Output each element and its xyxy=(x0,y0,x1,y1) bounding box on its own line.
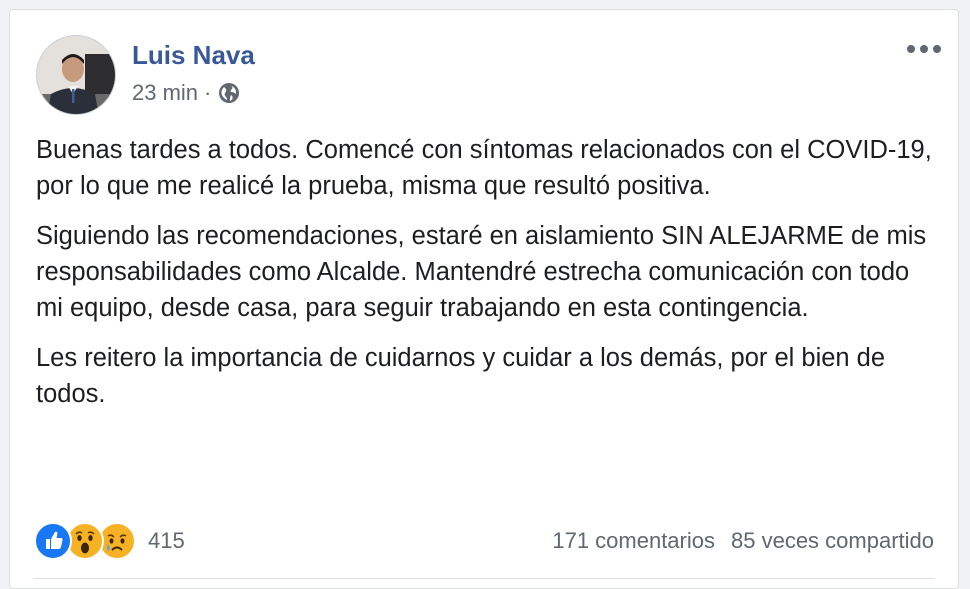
more-options-icon[interactable] xyxy=(904,36,944,62)
reaction-count[interactable]: 415 xyxy=(148,528,185,554)
post-footer: 415 171 comentarios 85 veces compartido xyxy=(34,520,934,562)
post-meta: 23 min · xyxy=(132,80,241,106)
comments-count[interactable]: 171 comentarios xyxy=(552,528,715,554)
post-card: Luis Nava 23 min · Buenas tardes a todos… xyxy=(9,9,959,589)
post-stats: 171 comentarios 85 veces compartido xyxy=(552,528,934,554)
post-time[interactable]: 23 min xyxy=(132,80,198,106)
author-name[interactable]: Luis Nava xyxy=(132,40,255,71)
avatar[interactable] xyxy=(36,35,116,115)
like-icon xyxy=(34,522,72,560)
post-body: Buenas tardes a todos. Comencé con sínto… xyxy=(36,132,936,426)
divider xyxy=(34,578,934,579)
shares-count[interactable]: 85 veces compartido xyxy=(731,528,934,554)
post-paragraph: Les reitero la importancia de cuidarnos … xyxy=(36,344,886,408)
post-paragraph: Buenas tardes a todos. Comencé con sínto… xyxy=(36,136,932,200)
globe-icon[interactable] xyxy=(217,81,241,105)
reactions-summary[interactable]: 415 xyxy=(34,522,185,560)
meta-separator: · xyxy=(204,80,212,105)
post-paragraph: Siguiendo las recomendaciones, estaré en… xyxy=(36,222,927,322)
